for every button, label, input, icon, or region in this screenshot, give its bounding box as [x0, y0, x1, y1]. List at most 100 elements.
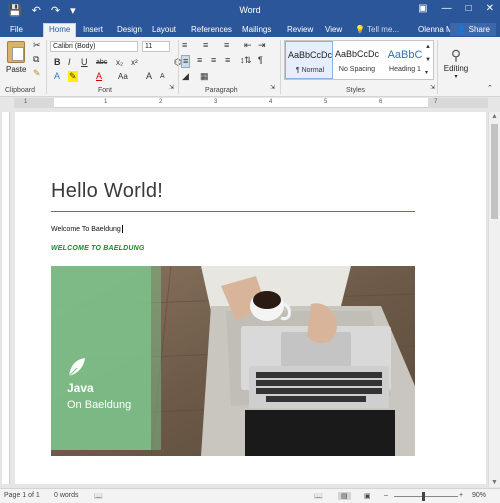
- subscript-button[interactable]: x₂: [116, 57, 123, 68]
- increase-indent-icon[interactable]: ⇥: [258, 40, 266, 51]
- shrink-font-button[interactable]: A: [160, 71, 165, 82]
- superscript-button[interactable]: x²: [131, 57, 138, 68]
- underline-button[interactable]: U: [81, 57, 88, 68]
- cut-icon[interactable]: ✂: [33, 40, 41, 51]
- scroll-up-icon[interactable]: ▲: [491, 113, 498, 120]
- styles-dialog-launcher-icon[interactable]: ⇲: [430, 83, 435, 94]
- document-paragraph[interactable]: Welcome To Baeldung: [51, 225, 123, 233]
- zoom-in-icon[interactable]: +: [459, 492, 463, 499]
- highlight-color-icon[interactable]: ✎: [68, 71, 78, 82]
- change-case-button[interactable]: Aa: [118, 71, 128, 82]
- tab-home[interactable]: Home: [43, 23, 77, 37]
- minimize-icon[interactable]: —: [442, 3, 452, 14]
- align-center-icon[interactable]: ≡: [197, 55, 202, 66]
- justify-icon[interactable]: ≡: [225, 55, 230, 66]
- proofing-icon[interactable]: 📖: [94, 492, 103, 500]
- document-page[interactable]: Hello World! Welcome To Baeldung WELCOME…: [15, 112, 486, 484]
- copy-icon[interactable]: ⧉: [33, 54, 39, 65]
- grow-font-button[interactable]: A: [146, 71, 152, 82]
- paste-icon[interactable]: [7, 41, 25, 63]
- share-button[interactable]: 👤 Share: [450, 23, 496, 36]
- editing-button[interactable]: ⚲ Editing ▾: [442, 47, 470, 80]
- decrease-indent-icon[interactable]: ⇤: [244, 40, 252, 51]
- print-layout-icon[interactable]: ▤: [338, 492, 351, 500]
- styles-scroll-down-icon[interactable]: ▼: [425, 55, 431, 66]
- horizontal-ruler[interactable]: 1 1 2 3 4 5 6 7: [14, 98, 488, 108]
- title-underline: [51, 211, 415, 212]
- numbering-icon[interactable]: ≡: [203, 40, 208, 51]
- ribbon-display-icon[interactable]: ▣: [418, 3, 427, 14]
- tell-me-search[interactable]: 💡 Tell me...: [355, 24, 399, 36]
- ribbon: Paste ✂ ⧉ ✎ Clipboard Calibri (Body) 11 …: [0, 37, 500, 97]
- ruler-number: 4: [269, 99, 273, 105]
- multilevel-list-icon[interactable]: ≡: [224, 40, 229, 51]
- align-left-icon[interactable]: ≡: [181, 55, 191, 68]
- ruler-number: 7: [434, 99, 438, 105]
- style-no-spacing[interactable]: AaBbCcDc No Spacing: [333, 41, 381, 79]
- maximize-icon[interactable]: □: [466, 3, 472, 14]
- paste-button[interactable]: Paste: [6, 65, 26, 74]
- image-graphic: Java On Baeldung: [51, 266, 415, 456]
- style-normal[interactable]: AaBbCcDc ¶ Normal: [285, 41, 333, 79]
- document-image[interactable]: Java On Baeldung: [51, 266, 415, 456]
- web-layout-icon[interactable]: ▣: [364, 492, 371, 500]
- text-effects-icon[interactable]: A: [54, 71, 60, 82]
- bullets-icon[interactable]: ≡: [182, 40, 187, 51]
- style-name: ¶ Normal: [295, 67, 325, 74]
- styles-more-icon[interactable]: ▾: [425, 68, 428, 79]
- show-formatting-icon[interactable]: ¶: [258, 55, 263, 66]
- bold-button[interactable]: B: [54, 57, 61, 68]
- italic-button[interactable]: I: [68, 57, 71, 68]
- word-count[interactable]: 0 words: [54, 492, 79, 499]
- shading-icon[interactable]: ◢: [182, 71, 189, 82]
- text-cursor: [121, 225, 123, 233]
- align-right-icon[interactable]: ≡: [211, 55, 216, 66]
- scrollbar-thumb[interactable]: [491, 124, 498, 219]
- format-painter-icon[interactable]: ✎: [33, 68, 41, 79]
- style-heading-1[interactable]: AaBbC Heading 1: [381, 41, 429, 79]
- zoom-level[interactable]: 90%: [472, 492, 486, 499]
- ruler-number: 1: [104, 99, 108, 105]
- tab-design[interactable]: Design: [117, 24, 142, 36]
- paragraph-dialog-launcher-icon[interactable]: ⇲: [270, 83, 275, 94]
- paragraph-group-label: Paragraph: [205, 87, 238, 94]
- styles-scroll-up-icon[interactable]: ▲: [425, 42, 431, 53]
- sort-icon[interactable]: ⇅: [244, 55, 252, 66]
- tab-view[interactable]: View: [325, 24, 342, 36]
- paragraph-text: Welcome To Baeldung: [51, 225, 121, 233]
- font-size-select[interactable]: 11: [142, 41, 170, 52]
- styled-paragraph[interactable]: WELCOME TO BAELDUNG: [51, 245, 145, 252]
- ruler-left-margin: [14, 98, 54, 108]
- vertical-ruler[interactable]: [2, 112, 10, 484]
- page-count[interactable]: Page 1 of 1: [4, 492, 40, 499]
- tab-insert[interactable]: Insert: [83, 24, 103, 36]
- scroll-down-icon[interactable]: ▼: [491, 479, 498, 486]
- editing-label: Editing: [443, 64, 469, 73]
- clipboard-group-label: Clipboard: [5, 87, 35, 94]
- borders-icon[interactable]: ▦: [200, 71, 209, 82]
- vertical-scrollbar[interactable]: ▲ ▼: [488, 112, 500, 487]
- read-mode-icon[interactable]: 📖: [314, 492, 323, 500]
- strikethrough-button[interactable]: abc: [96, 57, 107, 68]
- zoom-slider[interactable]: [394, 496, 458, 497]
- font-dialog-launcher-icon[interactable]: ⇲: [169, 83, 174, 94]
- image-text-on-baeldung: On Baeldung: [67, 399, 131, 411]
- close-icon[interactable]: ✕: [486, 3, 494, 14]
- font-name-select[interactable]: Calibri (Body): [50, 41, 138, 52]
- zoom-slider-thumb[interactable]: [422, 492, 425, 501]
- document-title[interactable]: Hello World!: [51, 180, 163, 203]
- group-separator: [437, 40, 438, 94]
- styles-group-label: Styles: [346, 87, 366, 94]
- zoom-out-icon[interactable]: –: [384, 492, 388, 499]
- collapse-ribbon-icon[interactable]: ⌃: [487, 83, 493, 94]
- tab-references[interactable]: References: [191, 24, 232, 36]
- tab-file[interactable]: File: [10, 24, 23, 36]
- status-bar: Page 1 of 1 0 words 📖 📖 ▤ ▣ – + 90%: [0, 488, 500, 503]
- font-color-icon[interactable]: A: [96, 71, 102, 82]
- tab-review[interactable]: Review: [287, 24, 313, 36]
- tab-mailings[interactable]: Mailings: [242, 24, 271, 36]
- tab-layout[interactable]: Layout: [152, 24, 176, 36]
- style-sample: AaBbCcDc: [334, 49, 379, 59]
- style-name: Heading 1: [389, 66, 421, 73]
- group-separator: [178, 40, 179, 94]
